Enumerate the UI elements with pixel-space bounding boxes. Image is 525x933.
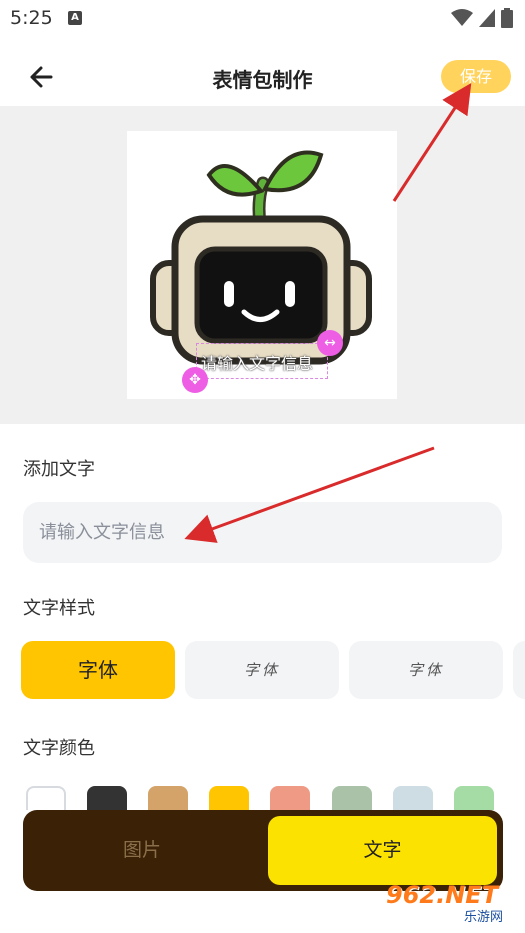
- font-option-more[interactable]: [513, 641, 525, 699]
- text-color-label: 文字颜色: [23, 738, 95, 759]
- color-swatch-light-blue[interactable]: [393, 786, 433, 810]
- watermark-sub: 乐游网: [464, 910, 504, 925]
- color-swatch-white[interactable]: [26, 786, 66, 810]
- tab-image[interactable]: 图片: [29, 816, 255, 885]
- notification-icon: A: [68, 11, 82, 25]
- preview-area: 请输入文字信息 ↔ ✥: [0, 106, 525, 424]
- save-button[interactable]: 保存: [441, 60, 511, 93]
- text-input[interactable]: [23, 502, 502, 563]
- color-swatch-yellow[interactable]: [209, 786, 249, 810]
- color-swatch-green[interactable]: [454, 786, 494, 810]
- font-option-calligraphy[interactable]: 字体: [349, 641, 503, 699]
- font-option-default[interactable]: 字体: [21, 641, 175, 699]
- wifi-icon: [451, 9, 473, 26]
- font-style-list: 字体 字体 字体: [21, 641, 525, 699]
- color-swatch-sage[interactable]: [332, 786, 372, 810]
- resize-handle-icon[interactable]: ↔: [317, 330, 343, 356]
- text-style-label: 文字样式: [23, 598, 95, 619]
- add-text-label: 添加文字: [23, 459, 95, 480]
- app-header: 表情包制作 保存: [0, 48, 525, 106]
- bottom-tab-bar: 图片 文字: [23, 810, 503, 891]
- battery-icon: [501, 8, 513, 28]
- status-icons: [451, 8, 513, 28]
- signal-icon: [479, 9, 495, 27]
- meme-canvas[interactable]: 请输入文字信息 ↔ ✥: [127, 131, 397, 399]
- watermark-main: 962.NET: [386, 881, 499, 909]
- status-bar: 5:25 A: [0, 0, 525, 36]
- font-option-handwriting[interactable]: 字体: [185, 641, 339, 699]
- text-overlay-label: 请输入文字信息: [201, 354, 314, 373]
- move-handle-icon[interactable]: ✥: [182, 367, 208, 393]
- color-swatch-tan[interactable]: [148, 786, 188, 810]
- color-swatch-list: [26, 786, 506, 810]
- site-watermark-logo: 962.NET 乐游网: [386, 881, 522, 927]
- color-swatch-black[interactable]: [87, 786, 127, 810]
- color-swatch-salmon[interactable]: [270, 786, 310, 810]
- text-overlay-box[interactable]: 请输入文字信息: [196, 343, 328, 379]
- status-time: 5:25: [10, 7, 53, 29]
- tab-text[interactable]: 文字: [268, 816, 497, 885]
